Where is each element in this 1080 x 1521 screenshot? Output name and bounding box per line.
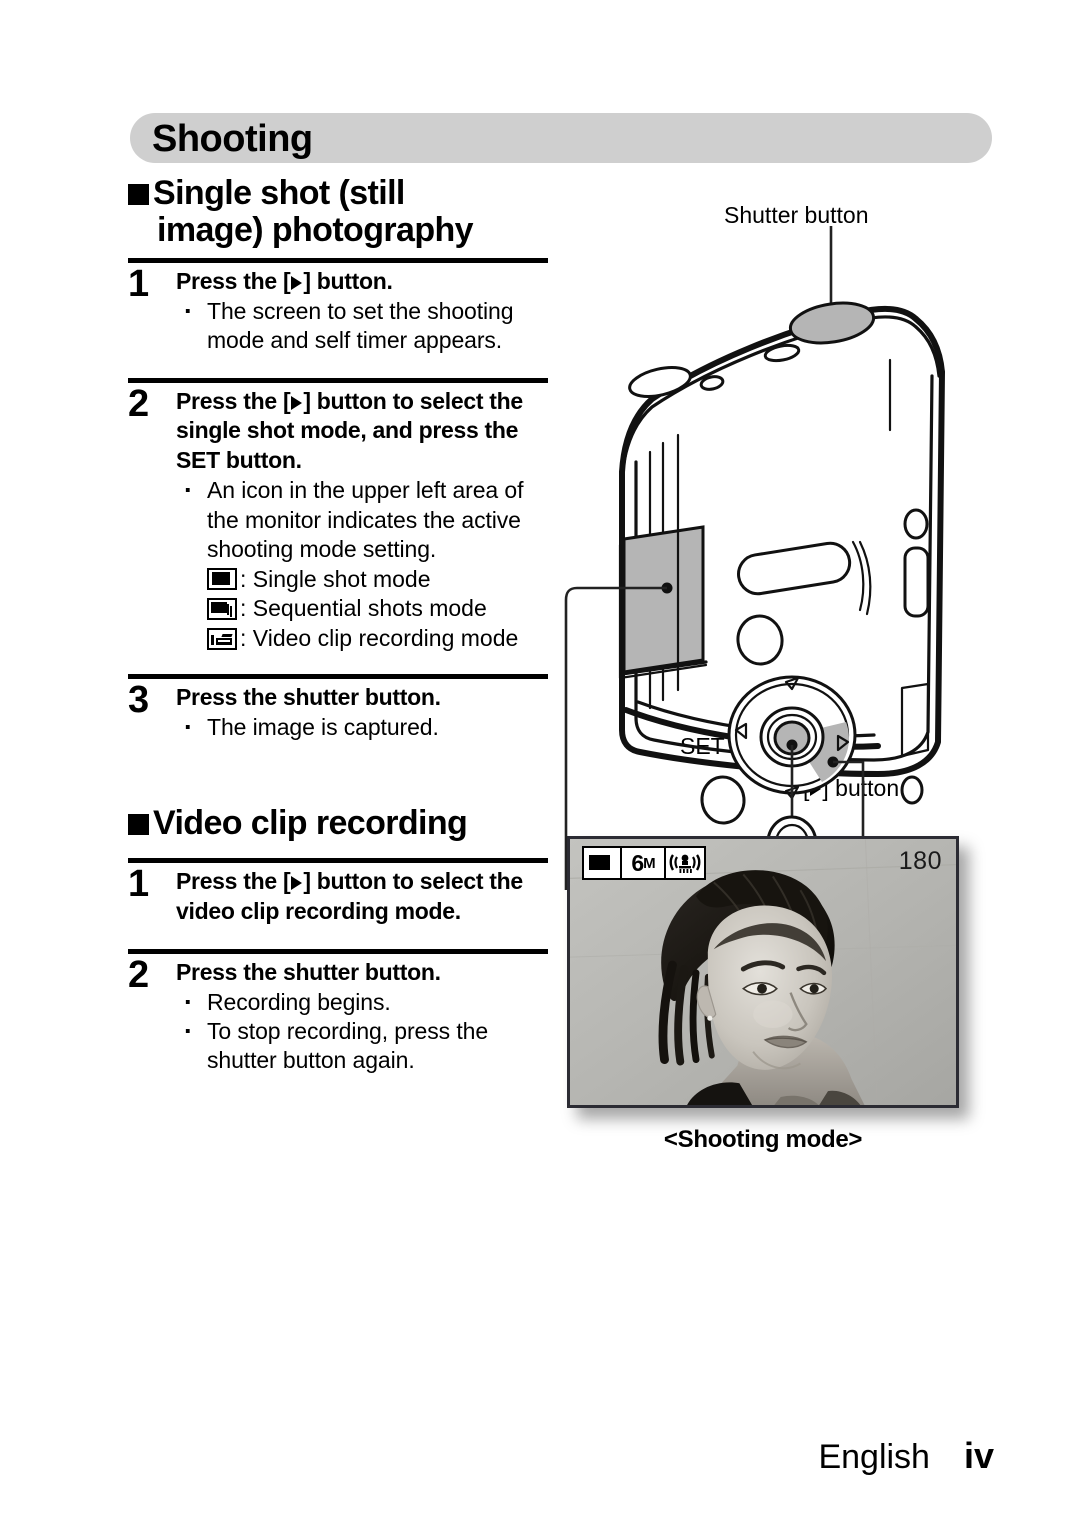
- instructions-column: Single shot (still image) photography 1 …: [128, 174, 548, 1076]
- mode-legend-label: : Video clip recording mode: [240, 625, 519, 652]
- section-heading-video-clip: Video clip recording: [128, 803, 548, 842]
- step-divider: [128, 257, 548, 263]
- step-divider: [128, 857, 548, 863]
- step-title-pre: Press the [: [176, 267, 291, 294]
- step-number: 2: [128, 953, 150, 996]
- step-bullets: The screen to set the shooting mode and …: [176, 294, 548, 356]
- step-divider: [128, 948, 548, 954]
- step-number: 1: [128, 862, 150, 905]
- step-bullets: Recording begins. To stop recording, pre…: [176, 985, 548, 1076]
- bullet-item: To stop recording, press the shutter but…: [176, 1014, 548, 1076]
- section-heading-single-shot: Single shot (still image) photography: [128, 174, 548, 250]
- step-item: 2 Press the [] button to select the sing…: [128, 382, 548, 655]
- footer-language: English: [818, 1438, 930, 1476]
- mode-legend-label: : Sequential shots mode: [240, 595, 487, 622]
- footer-page-number: iv: [963, 1435, 994, 1476]
- bullet-item: An icon in the upper left area of the mo…: [176, 473, 548, 564]
- step-title-pre: Press the [: [176, 387, 291, 414]
- osd-resolution-cell: 6M: [620, 846, 666, 880]
- section-heading-line1: Single shot (still: [153, 174, 405, 212]
- play-triangle-icon: [291, 275, 303, 290]
- camera-line-drawing: .ln{fill:none;stroke:#111;stroke-width:3…: [564, 226, 945, 890]
- step-title: Press the [] button to select the video …: [176, 867, 548, 927]
- osd-camera-shake-cell: [664, 846, 706, 880]
- camera-shake-icon: [669, 854, 701, 873]
- step-item: 1 Press the [] button to select the vide…: [128, 862, 548, 927]
- bullet-square-icon: [128, 813, 149, 835]
- osd-indicator-row: 6M: [582, 846, 706, 880]
- bullet-item: Recording begins.: [176, 985, 548, 1020]
- step-number: 2: [128, 382, 150, 425]
- page-title: Shooting: [152, 118, 313, 160]
- figure-caption: <Shooting mode>: [663, 1126, 863, 1153]
- video-clip-icon: [207, 628, 237, 651]
- bullet-item: The image is captured.: [176, 710, 548, 745]
- osd-resolution-unit: M: [643, 854, 655, 872]
- step-item: 3 Press the shutter button. The image is…: [128, 679, 548, 745]
- step-title: Press the [ ] button.: [176, 267, 548, 297]
- step-number: 3: [128, 679, 150, 722]
- play-triangle-icon: [291, 395, 303, 410]
- osd-resolution-value: 6: [631, 849, 644, 876]
- step-divider: [128, 377, 548, 383]
- shooting-mode-screenshot: 6M 180: [567, 836, 959, 1108]
- step-item: 1 Press the [ ] button. The screen to set…: [128, 262, 548, 356]
- step-title: Press the shutter button.: [176, 684, 441, 711]
- mode-legend-row: : Sequential shots mode: [176, 594, 548, 624]
- step-title: Press the [] button to select the single…: [176, 387, 548, 477]
- step-item: 2 Press the shutter button. Recording be…: [128, 953, 548, 1076]
- step-title: Press the shutter button.: [176, 958, 441, 985]
- osd-remaining-shots-counter: 180: [898, 847, 942, 875]
- section-heading-line1: Video clip recording: [153, 803, 468, 842]
- bullet-square-icon: [128, 184, 149, 205]
- single-shot-icon: [588, 853, 615, 873]
- mode-legend-row: : Single shot mode: [176, 565, 548, 595]
- step-bullets: An icon in the upper left area of the mo…: [176, 473, 548, 564]
- step-title-pre: Press the [: [176, 867, 291, 894]
- manual-page: Shooting Single shot (still image) photo…: [0, 0, 1080, 1521]
- step-number: 1: [128, 262, 150, 305]
- step-divider: [128, 674, 548, 680]
- mode-legend-row: : Video clip recording mode: [176, 624, 548, 654]
- osd-shooting-mode-cell: [582, 846, 622, 880]
- single-shot-icon: [207, 568, 237, 591]
- page-footer: English iv: [0, 1435, 1080, 1477]
- step-title-post: ] button.: [303, 267, 393, 294]
- section-heading-line2: image) photography: [157, 211, 474, 250]
- play-triangle-icon: [291, 875, 303, 890]
- bullet-item: The screen to set the shooting mode and …: [176, 294, 548, 356]
- step-bullets: The image is captured.: [176, 710, 548, 745]
- sequential-shots-icon: [207, 598, 237, 621]
- mode-legend-label: : Single shot mode: [240, 565, 431, 592]
